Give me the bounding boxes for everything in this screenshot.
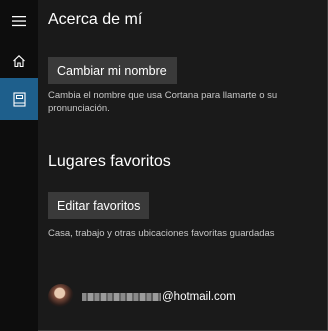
hamburger-menu-button[interactable]: [0, 2, 38, 40]
home-button[interactable]: [0, 42, 38, 80]
notebook-button[interactable]: [0, 78, 38, 120]
hamburger-menu-icon: [12, 16, 26, 27]
edit-favorites-description: Casa, trabajo y otras ubicaciones favori…: [48, 228, 275, 239]
favorite-places-heading: Lugares favoritos: [48, 153, 171, 170]
home-icon: [13, 55, 25, 68]
account-row[interactable]: @hotmail.com: [48, 284, 236, 310]
email-domain: @hotmail.com: [162, 291, 236, 303]
change-name-description: Cambia el nombre que usa Cortana para ll…: [48, 90, 278, 114]
edit-favorites-button[interactable]: Editar favoritos: [48, 192, 149, 219]
notebook-icon: [12, 91, 26, 107]
cortana-notebook-window: Acerca de mí Cambiar mi nombre Cambia el…: [0, 0, 328, 331]
navigation-rail: [0, 0, 38, 331]
about-me-heading: Acerca de mí: [48, 11, 143, 28]
avatar: [48, 284, 74, 310]
change-name-button[interactable]: Cambiar mi nombre: [48, 57, 177, 84]
redacted-email-username: [82, 293, 161, 301]
